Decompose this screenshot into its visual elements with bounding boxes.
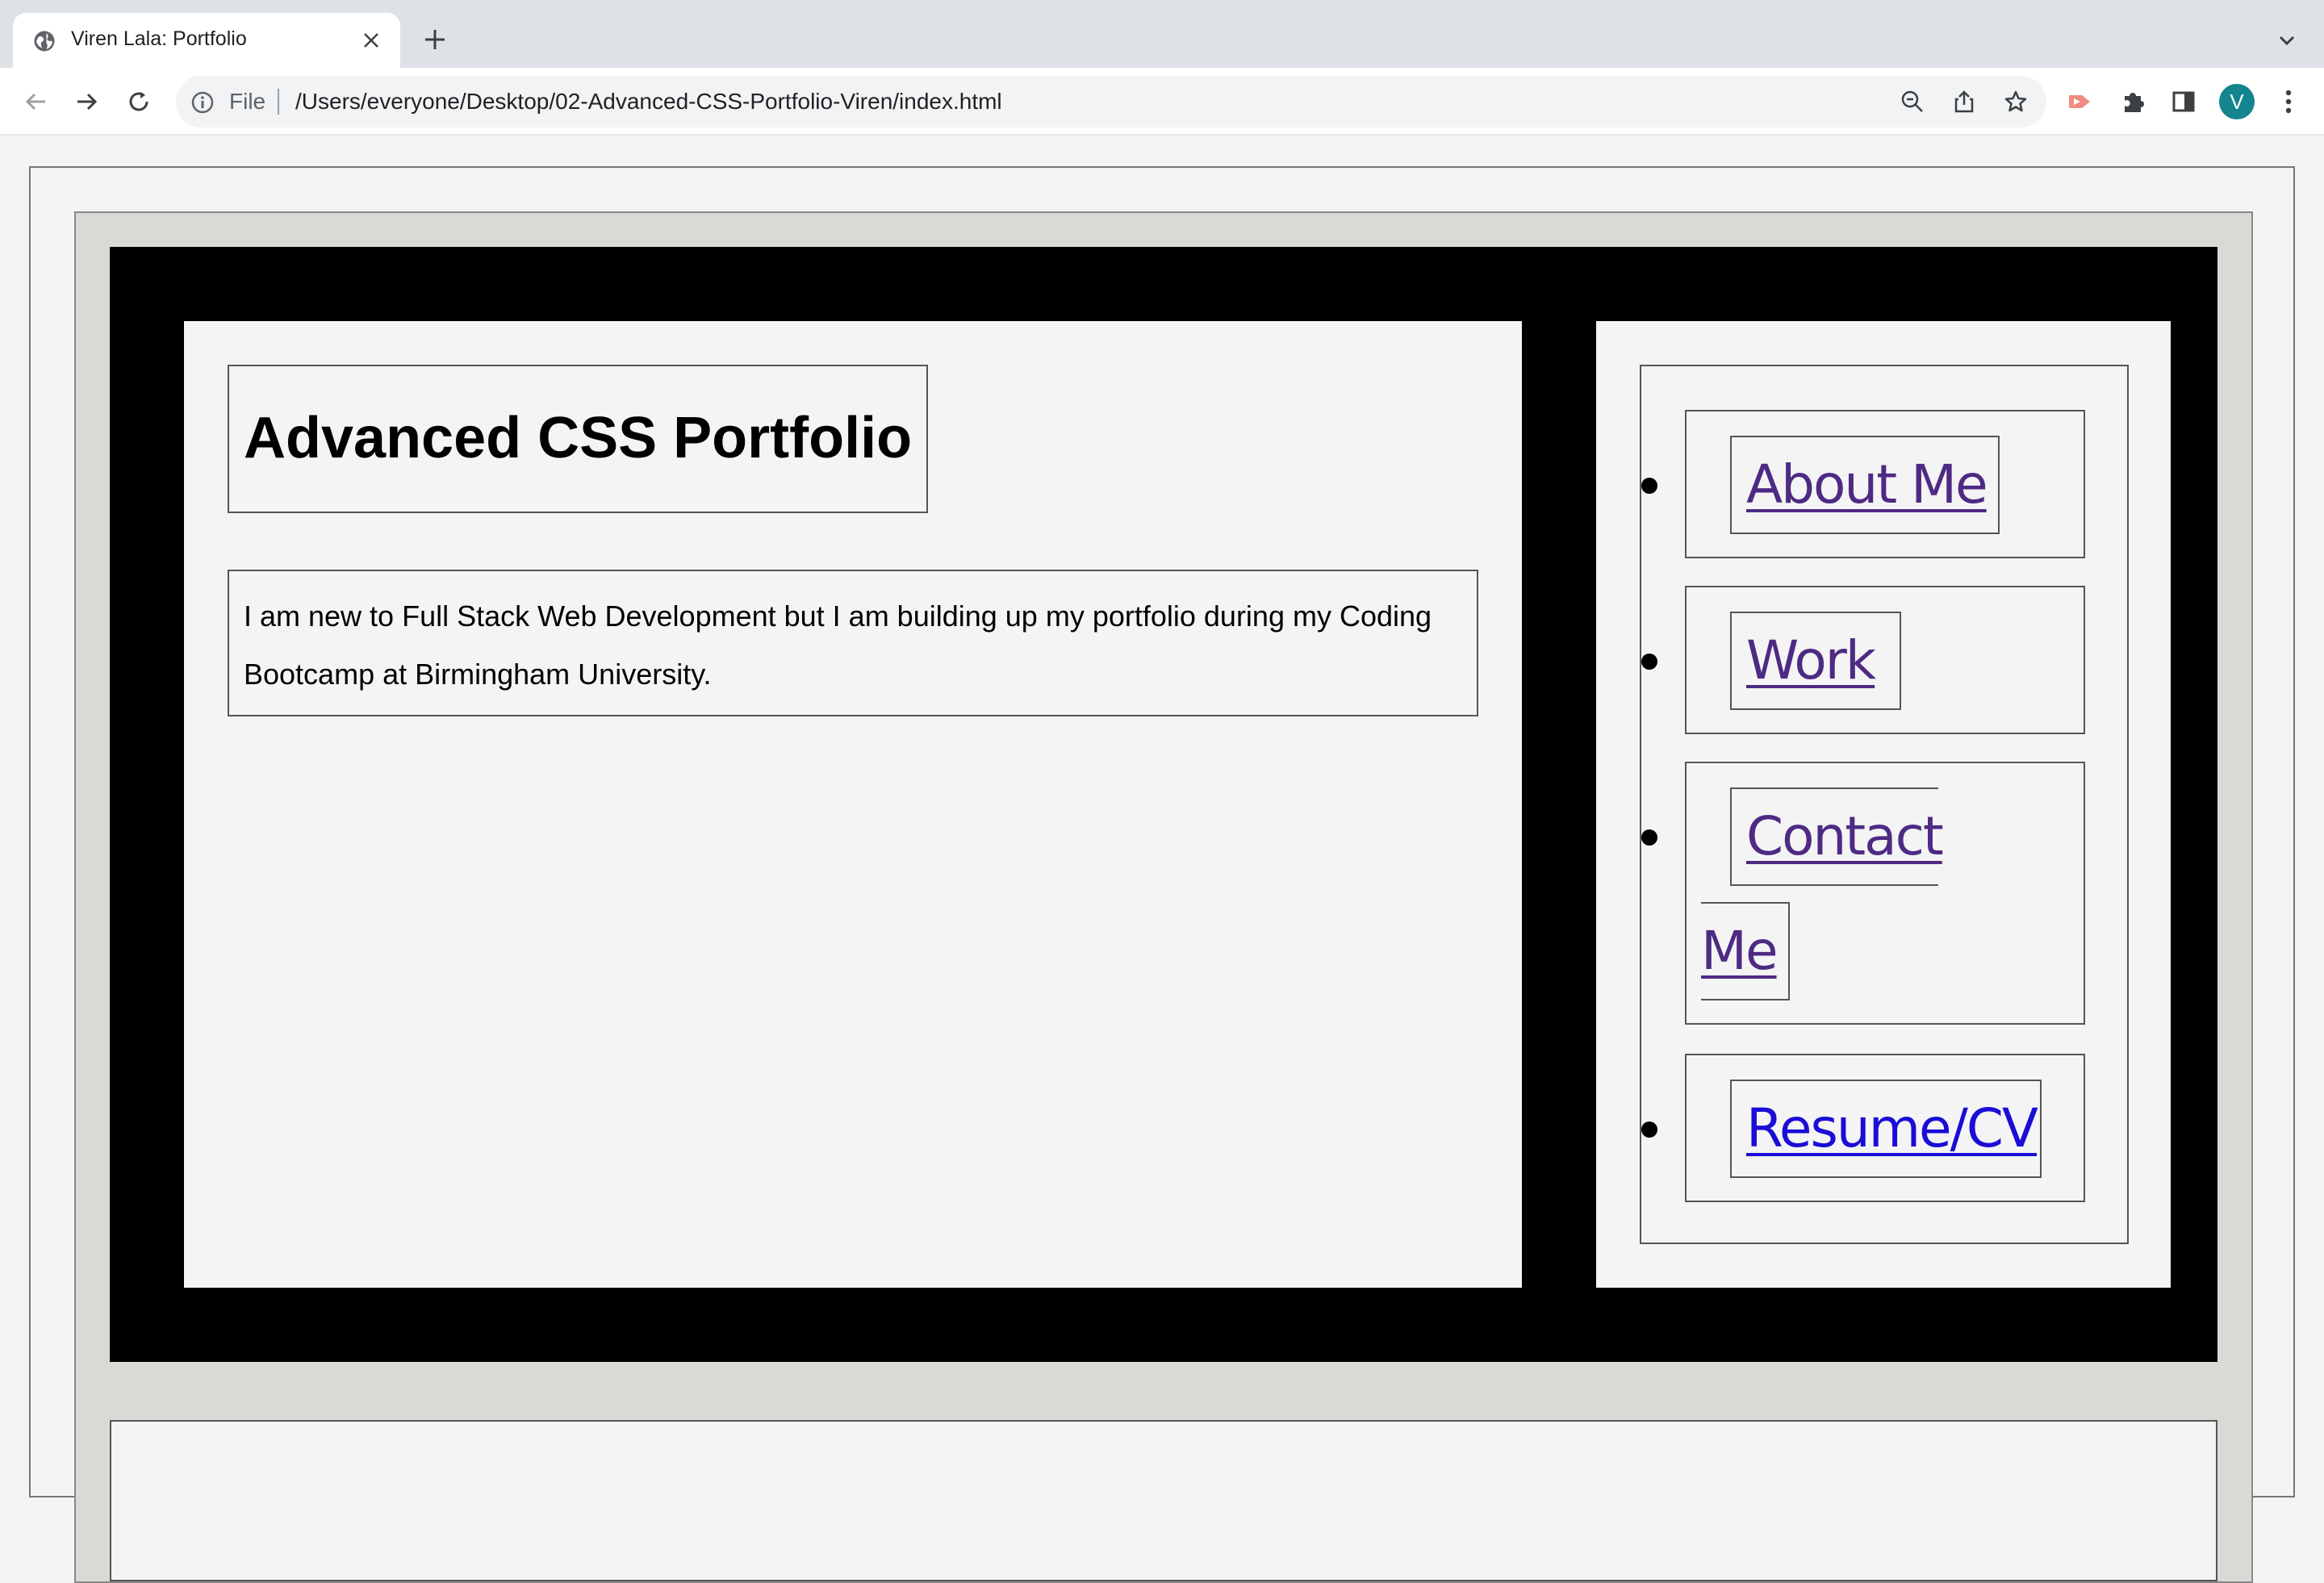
intro-paragraph: I am new to Full Stack Web Development b… xyxy=(244,599,1432,691)
contact-link-box-line2: Me xyxy=(1701,902,1790,1000)
share-icon[interactable] xyxy=(1950,87,1979,116)
bookmark-star-icon[interactable] xyxy=(2001,87,2030,116)
list-bullet xyxy=(1641,1121,1657,1138)
list-bullet xyxy=(1641,654,1657,670)
intro-box: I am new to Full Stack Web Development b… xyxy=(228,570,1478,716)
page-wrapper: Advanced CSS Portfolio I am new to Full … xyxy=(74,211,2253,1583)
nav-section: About Me Work Contact Me Resume/CV xyxy=(1596,321,2171,1288)
reload-icon[interactable] xyxy=(119,82,158,121)
contact-me-link-cont[interactable]: Me xyxy=(1701,920,1779,982)
contact-link-box-line1: Contact xyxy=(1730,787,1944,886)
about-me-link[interactable]: About Me xyxy=(1746,453,1988,516)
profile-avatar[interactable]: V xyxy=(2219,84,2255,119)
chevron-down-icon[interactable] xyxy=(2272,26,2301,55)
url-text[interactable]: /Users/everyone/Desktop/02-Advanced-CSS-… xyxy=(295,89,1002,115)
resume-link-box: Resume/CV xyxy=(1730,1080,2042,1178)
resume-cv-link[interactable]: Resume/CV xyxy=(1746,1097,2038,1159)
main-section: Advanced CSS Portfolio I am new to Full … xyxy=(184,321,1522,1288)
body-container: Advanced CSS Portfolio I am new to Full … xyxy=(29,166,2295,1583)
nav-list: About Me Work Contact Me Resume/CV xyxy=(1640,365,2129,1244)
close-tab-icon[interactable] xyxy=(357,26,386,55)
browser-toolbar: File /Users/everyone/Desktop/02-Advanced… xyxy=(0,68,2324,136)
nav-item-contact: Contact Me xyxy=(1641,762,2085,1025)
tab-title: Viren Lala: Portfolio xyxy=(71,27,247,50)
info-icon[interactable] xyxy=(190,90,215,115)
nav-item-work: Work xyxy=(1641,586,2085,734)
tab-strip: Viren Lala: Portfolio xyxy=(0,0,2324,68)
forward-arrow-icon[interactable] xyxy=(68,82,107,121)
extension-cast-icon[interactable] xyxy=(2063,84,2098,119)
page-viewport: Advanced CSS Portfolio I am new to Full … xyxy=(0,137,2324,1583)
browser-tab[interactable]: Viren Lala: Portfolio xyxy=(13,13,400,68)
kebab-menu-icon[interactable] xyxy=(2271,84,2306,119)
url-scheme-label: File xyxy=(229,89,266,114)
contact-me-link[interactable]: Contact xyxy=(1746,805,1944,867)
globe-icon xyxy=(34,31,55,52)
address-separator xyxy=(278,89,279,115)
puzzle-extensions-icon[interactable] xyxy=(2116,84,2151,119)
work-link-box: Work xyxy=(1730,612,1901,710)
back-arrow-icon[interactable] xyxy=(16,82,55,121)
address-bar[interactable]: File /Users/everyone/Desktop/02-Advanced… xyxy=(176,76,2046,127)
page-title: Advanced CSS Portfolio xyxy=(244,406,913,470)
side-panel-icon[interactable] xyxy=(2166,84,2201,119)
title-box: Advanced CSS Portfolio xyxy=(228,365,928,513)
list-bullet xyxy=(1641,478,1657,494)
list-bullet xyxy=(1641,829,1657,846)
about-link-box: About Me xyxy=(1730,436,2000,534)
zoom-out-icon[interactable] xyxy=(1898,87,1927,116)
new-tab-icon[interactable] xyxy=(418,23,452,56)
header-panel: Advanced CSS Portfolio I am new to Full … xyxy=(110,247,2217,1362)
next-section-box xyxy=(110,1420,2217,1581)
nav-item-resume: Resume/CV xyxy=(1641,1054,2085,1202)
nav-item-about: About Me xyxy=(1641,410,2085,558)
work-link[interactable]: Work xyxy=(1746,629,1876,691)
